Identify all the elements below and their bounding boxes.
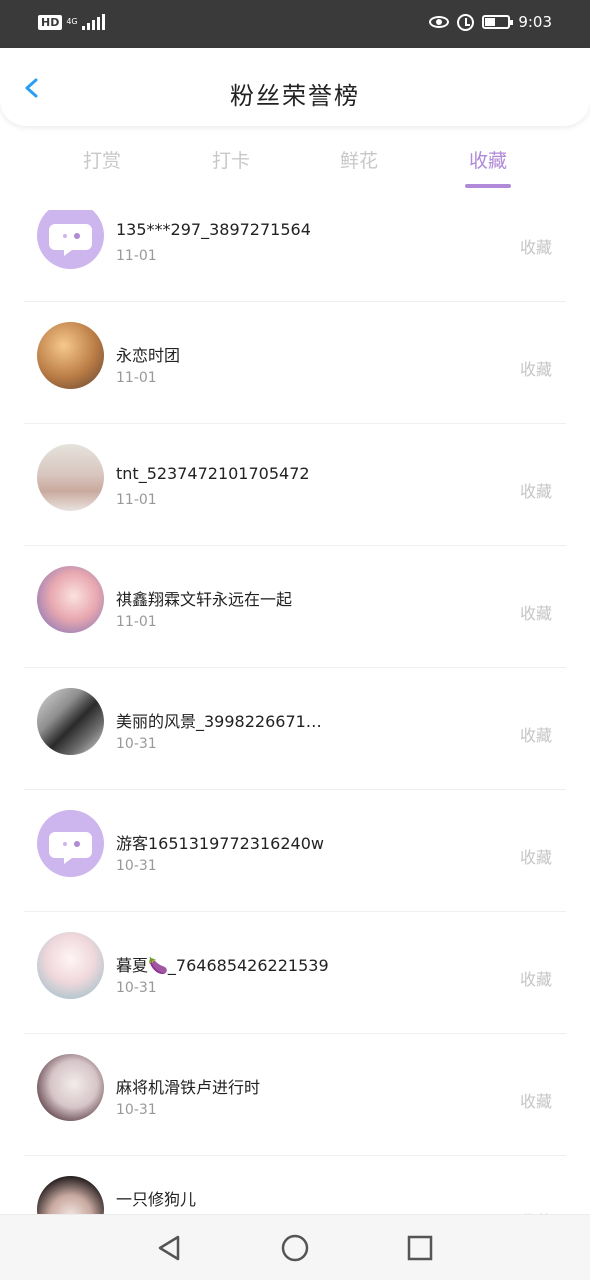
- avatar: [37, 932, 104, 999]
- avatar: [37, 1176, 104, 1214]
- avatar: [37, 688, 104, 755]
- tab-active-indicator: [465, 184, 511, 188]
- status-left: HD 4G: [38, 14, 105, 30]
- fan-name: 麻将机滑铁卢进行时: [116, 1078, 261, 1097]
- recents-square-icon[interactable]: [405, 1233, 435, 1263]
- avatar: [37, 1054, 104, 1121]
- list-item[interactable]: 135***297_3897271564 11-01 收藏: [0, 210, 590, 302]
- default-avatar-icon: [37, 210, 104, 269]
- system-nav-bar: [0, 1214, 590, 1280]
- signal-icon: [81, 14, 105, 30]
- tab-reward[interactable]: 打赏: [52, 146, 152, 173]
- alarm-icon: [457, 13, 475, 31]
- default-avatar-icon: [37, 810, 104, 877]
- fan-name: 祺鑫翔霖文轩永远在一起: [116, 590, 293, 609]
- list-item[interactable]: tnt_5237472101705472 11-01 收藏: [0, 424, 590, 546]
- fan-name: 135***297_3897271564: [116, 220, 311, 239]
- fan-date: 10-31: [116, 736, 157, 752]
- collect-label: 收藏: [519, 848, 552, 867]
- list-item[interactable]: 祺鑫翔霖文轩永远在一起 11-01 收藏: [0, 546, 590, 668]
- network-type: 4G: [66, 17, 78, 26]
- collect-label: 收藏: [519, 360, 552, 379]
- collect-label: 收藏: [519, 1092, 552, 1111]
- avatar: [37, 322, 104, 389]
- status-time: 9:03: [518, 13, 552, 31]
- header: 粉丝荣誉榜: [0, 48, 590, 126]
- fan-name: 永恋时团: [116, 346, 181, 365]
- fan-date: 11-01: [116, 370, 157, 386]
- hd-badge: HD: [38, 14, 63, 30]
- list-item[interactable]: 永恋时团 11-01 收藏: [0, 302, 590, 424]
- collect-label: 收藏: [519, 482, 552, 501]
- fan-name: 游客1651319772316240w: [116, 834, 324, 853]
- list-item[interactable]: 麻将机滑铁卢进行时 10-31 收藏: [0, 1034, 590, 1156]
- list-item[interactable]: 美丽的风景_3998226671… 10-31 收藏: [0, 668, 590, 790]
- fan-date: 11-01: [116, 248, 157, 264]
- fan-list[interactable]: 135***297_3897271564 11-01 收藏 永恋时团 11-01…: [0, 210, 590, 1214]
- fan-date: 10-31: [116, 1102, 157, 1118]
- tab-checkin[interactable]: 打卡: [181, 146, 281, 173]
- fan-date: 10-31: [116, 858, 157, 874]
- tab-collect[interactable]: 收藏: [438, 146, 538, 173]
- status-right: 9:03: [429, 13, 552, 31]
- battery-icon: [482, 15, 514, 29]
- tab-bar: 打赏 打卡 鲜花 收藏: [0, 140, 590, 196]
- fan-name: tnt_5237472101705472: [116, 464, 310, 483]
- list-item[interactable]: 游客1651319772316240w 10-31 收藏: [0, 790, 590, 912]
- collect-label: 收藏: [519, 238, 552, 257]
- list-item[interactable]: 暮夏🍆_764685426221539 10-31 收藏: [0, 912, 590, 1034]
- home-circle-icon[interactable]: [280, 1233, 310, 1263]
- back-triangle-icon[interactable]: [154, 1233, 184, 1263]
- fan-name: 一只修狗儿: [116, 1190, 197, 1209]
- collect-label: 收藏: [519, 604, 552, 623]
- collect-label: 收藏: [519, 970, 552, 989]
- fan-date: 11-01: [116, 614, 157, 630]
- page-title: 粉丝荣誉榜: [230, 82, 360, 110]
- fan-name: 美丽的风景_3998226671…: [116, 712, 322, 731]
- collect-label: 收藏: [519, 726, 552, 745]
- avatar: [37, 444, 104, 511]
- fan-name: 暮夏🍆_764685426221539: [116, 956, 329, 975]
- avatar: [37, 566, 104, 633]
- eye-icon: [429, 16, 450, 28]
- fan-date: 11-01: [116, 492, 157, 508]
- fan-date: 10-31: [116, 980, 157, 996]
- status-bar: HD 4G 9:03: [0, 0, 590, 48]
- list-item[interactable]: 一只修狗儿 收藏: [0, 1156, 590, 1214]
- tab-flowers[interactable]: 鲜花: [309, 146, 409, 173]
